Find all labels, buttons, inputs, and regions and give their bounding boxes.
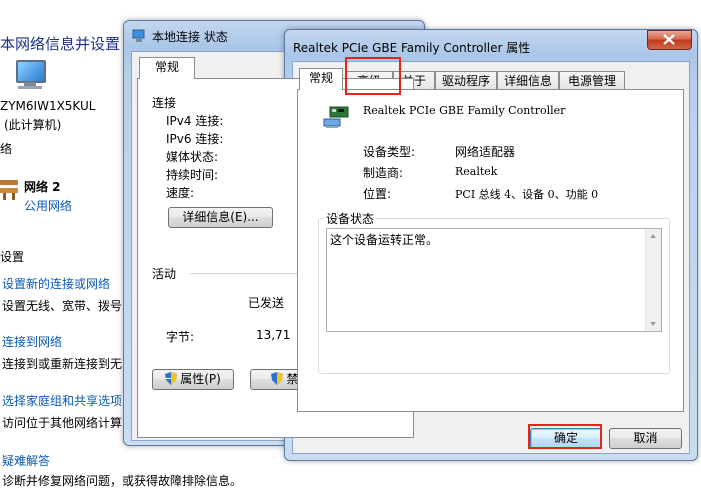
network-type-link[interactable]: 公用网络 (24, 197, 72, 214)
public-network-icon (0, 176, 18, 200)
connect-network-link[interactable]: 连接到网络 (2, 333, 62, 350)
device-status-text: 这个设备运转正常。 (330, 233, 439, 247)
tab-power-management[interactable]: 电源管理 (559, 71, 625, 90)
page-title: 本网络信息并设置 (0, 35, 121, 53)
ipv6-label: IPv6 连接: (166, 132, 224, 146)
tab-driver[interactable]: 驱动程序 (435, 71, 497, 90)
bytes-label: 字节: (166, 330, 195, 344)
computer-name: ZYM6IW1X5KUL (0, 99, 96, 113)
network-name: 网络 2 (24, 180, 61, 194)
ipv4-label: IPv4 连接: (166, 114, 224, 128)
properties-client-area: 常规 高级 关于 驱动程序 详细信息 电源管理 Realtek PCIe GBE… (292, 61, 690, 454)
media-state-label: 媒体状态: (166, 150, 219, 164)
bytes-sent-value: 13,71 (256, 328, 291, 342)
connection-heading: 连接 (152, 96, 177, 110)
status-scrollbar[interactable] (645, 229, 661, 331)
setup-connection-desc: 设置无线、宽带、拨号 (2, 299, 123, 313)
properties-button-label: 属性(P) (180, 372, 221, 386)
manufacturer-label: 制造商: (363, 166, 404, 180)
tab-details[interactable]: 详细信息 (497, 71, 559, 90)
close-icon (663, 34, 675, 45)
network-adapter-icon (323, 106, 349, 128)
tab-status-general[interactable]: 常规 (139, 57, 195, 79)
network-connection-icon (132, 29, 145, 42)
device-status-label: 设备状态 (324, 210, 377, 227)
advanced-tab-highlight (345, 57, 401, 95)
homegroup-link[interactable]: 选择家庭组和共享选项 (2, 392, 122, 409)
scroll-down-arrow-icon[interactable] (650, 322, 656, 326)
sent-label: 已发送 (248, 296, 285, 310)
status-dialog-title: 本地连接 状态 (152, 30, 228, 44)
manufacturer-value: Realtek (455, 165, 498, 178)
settings-section-label: 设置 (0, 250, 25, 264)
duration-label: 持续时间: (166, 168, 219, 182)
setup-connection-link[interactable]: 设置新的连接或网络 (2, 275, 110, 292)
details-button[interactable]: 详细信息(E)... (168, 207, 273, 228)
computer-icon (12, 60, 46, 90)
network-section-label: 络 (0, 142, 13, 156)
homegroup-desc: 访问位于其他网络计算 (2, 416, 123, 430)
location-label: 位置: (363, 187, 392, 201)
cancel-button[interactable]: 取消 (609, 428, 682, 449)
speed-label: 速度: (166, 186, 195, 200)
properties-dialog-title: Realtek PCIe GBE Family Controller 属性 (293, 41, 531, 55)
location-value: PCI 总线 4、设备 0、功能 0 (455, 188, 599, 201)
troubleshoot-link[interactable]: 疑难解答 (2, 452, 50, 469)
device-status-textarea[interactable]: 这个设备运转正常。 (326, 228, 662, 332)
ok-button-highlight (528, 424, 602, 449)
uac-shield-icon (271, 372, 284, 385)
computer-caption: (此计算机) (4, 118, 62, 132)
uac-shield-icon (165, 372, 178, 385)
close-button[interactable] (647, 30, 692, 50)
tab-general[interactable]: 常规 (299, 68, 343, 90)
properties-button[interactable]: 属性(P) (152, 369, 234, 390)
device-type-label: 设备类型: (363, 145, 416, 159)
scroll-up-arrow-icon[interactable] (650, 234, 656, 238)
device-name: Realtek PCIe GBE Family Controller (363, 104, 566, 117)
connect-network-desc: 连接到或重新连接到无 (2, 357, 123, 371)
general-tab-panel: Realtek PCIe GBE Family Controller 设备类型:… (297, 89, 684, 412)
device-type-value: 网络适配器 (455, 145, 516, 159)
troubleshoot-desc: 诊断并修复网络问题，或获得故障排除信息。 (2, 474, 243, 488)
activity-heading: 活动 (152, 267, 177, 281)
